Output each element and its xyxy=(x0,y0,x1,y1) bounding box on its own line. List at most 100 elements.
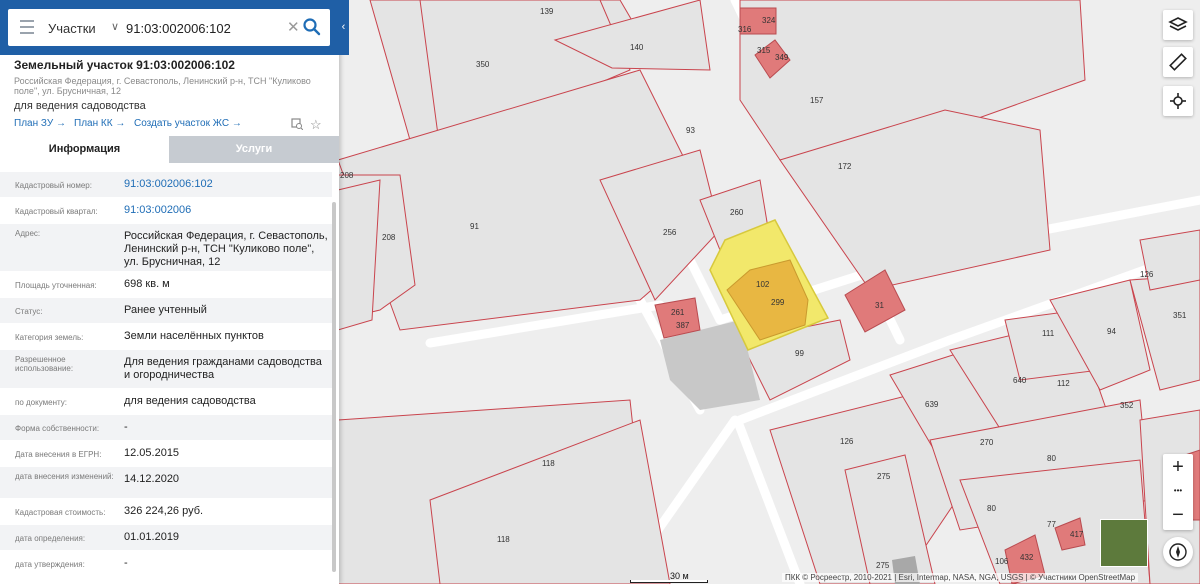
svg-text:140: 140 xyxy=(630,43,644,52)
svg-text:208: 208 xyxy=(382,233,396,242)
field-label: Кадастровый квартал: xyxy=(15,207,98,216)
field-value: - xyxy=(124,557,128,569)
info-row: дата определения: 01.01.2019 xyxy=(0,525,332,551)
compass-button[interactable] xyxy=(1163,537,1193,567)
field-label: Статус: xyxy=(15,307,43,316)
svg-text:299: 299 xyxy=(771,298,785,307)
field-value: Российская Федерация, г. Севастополь, Ле… xyxy=(124,230,328,268)
tab-information[interactable]: Информация xyxy=(0,136,169,163)
search-bar: Участки ∨ ✕ ‹ xyxy=(0,0,349,55)
card-purpose: для ведения садоводства xyxy=(14,100,146,112)
search-icon[interactable] xyxy=(302,17,322,37)
svg-text:260: 260 xyxy=(730,208,744,217)
svg-text:126: 126 xyxy=(840,437,854,446)
field-value: Ранее учтенный xyxy=(124,304,207,316)
svg-text:270: 270 xyxy=(980,438,994,447)
crosshair-icon xyxy=(1170,93,1186,109)
tab-services[interactable]: Услуги xyxy=(169,136,339,163)
field-value: 14.12.2020 xyxy=(124,473,180,485)
zoom-control: + ••• − xyxy=(1163,454,1193,530)
layers-button[interactable] xyxy=(1163,10,1193,40)
more-button[interactable]: ••• xyxy=(1163,480,1193,502)
info-row: Кадастровая стоимость: 326 224,26 руб. xyxy=(0,499,332,525)
svg-text:102: 102 xyxy=(756,280,770,289)
field-value: - xyxy=(124,421,128,433)
basemap-thumbnail[interactable] xyxy=(1100,519,1148,567)
panel-scrollbar[interactable] xyxy=(332,202,336,572)
info-row: Кадастровый номер: 91:03:002006:102 xyxy=(0,172,332,198)
svg-text:111: 111 xyxy=(1042,329,1055,338)
svg-text:275: 275 xyxy=(876,561,890,570)
svg-text:351: 351 xyxy=(1173,311,1187,320)
info-row: Площадь уточненная: 698 кв. м xyxy=(0,272,332,298)
svg-text:352: 352 xyxy=(1120,401,1134,410)
field-label: по документу: xyxy=(15,398,67,407)
svg-text:112: 112 xyxy=(1057,379,1070,388)
star-icon[interactable]: ☆ xyxy=(310,117,322,133)
field-label: дата определения: xyxy=(15,534,86,543)
svg-text:118: 118 xyxy=(542,459,555,468)
info-row: дата внесения изменений: 14.12.2020 xyxy=(0,467,332,499)
close-icon[interactable]: ✕ xyxy=(287,18,300,36)
svg-text:256: 256 xyxy=(663,228,677,237)
plan-kk-link[interactable]: План КК → xyxy=(74,118,125,129)
card-address: Российская Федерация, г. Севастополь, Ле… xyxy=(14,76,311,96)
menu-icon[interactable] xyxy=(20,20,34,34)
measure-button[interactable] xyxy=(1163,47,1193,77)
info-row: Форма собственности: - xyxy=(0,415,332,441)
svg-text:208: 208 xyxy=(340,171,354,180)
svg-text:417: 417 xyxy=(1070,530,1084,539)
category-select[interactable]: Участки xyxy=(48,21,96,36)
svg-text:432: 432 xyxy=(1020,553,1034,562)
info-row: по документу: для ведения садоводства xyxy=(0,389,332,415)
info-row: Кадастровый квартал: 91:03:002006 xyxy=(0,198,332,224)
info-row: Статус: Ранее учтенный xyxy=(0,298,332,324)
svg-text:106: 106 xyxy=(995,557,1009,566)
field-label: Кадастровый номер: xyxy=(15,181,92,190)
tabs: Информация Услуги xyxy=(0,136,339,163)
info-row: Дата внесения в ЕГРН: 12.05.2015 xyxy=(0,441,332,467)
zoom-out-button[interactable]: − xyxy=(1163,502,1193,528)
svg-text:139: 139 xyxy=(540,7,554,16)
svg-text:172: 172 xyxy=(838,162,852,171)
info-fields: Кадастровый номер: 91:03:002006:102 Кадаст… xyxy=(0,172,332,571)
svg-text:80: 80 xyxy=(1047,454,1056,463)
info-row: Разрешенное использование: Для ведения гр… xyxy=(0,350,332,389)
svg-text:639: 639 xyxy=(925,400,939,409)
svg-text:350: 350 xyxy=(476,60,490,69)
field-value: для ведения садоводства xyxy=(124,395,256,407)
field-label: дата внесения изменений: xyxy=(15,472,114,481)
plan-zu-link[interactable]: План ЗУ → xyxy=(14,118,66,129)
field-label: дата утверждения: xyxy=(15,560,85,569)
svg-text:275: 275 xyxy=(877,472,891,481)
zoom-in-button[interactable]: + xyxy=(1163,454,1193,480)
chevron-down-icon[interactable]: ∨ xyxy=(111,20,119,33)
attribution: ПКК © Росреестр, 2010-2021 | Esri, Inter… xyxy=(782,573,1139,582)
svg-text:94: 94 xyxy=(1107,327,1116,336)
search-box: Участки ∨ ✕ xyxy=(8,9,330,46)
field-label: Разрешенное использование: xyxy=(15,355,74,373)
field-value: 698 кв. м xyxy=(124,278,170,290)
field-label: Кадастровая стоимость: xyxy=(15,508,106,517)
search-input[interactable] xyxy=(126,18,286,38)
svg-text:349: 349 xyxy=(775,53,789,62)
field-label: Дата внесения в ЕГРН: xyxy=(15,450,102,459)
search-zoom-icon[interactable] xyxy=(291,118,303,130)
card-title: Земельный участок 91:03:002006:102 xyxy=(14,58,235,72)
field-value: Для ведения гражданами садоводства и ого… xyxy=(124,356,322,381)
info-row: дата утверждения: - xyxy=(0,551,332,571)
locate-button[interactable] xyxy=(1163,86,1193,116)
svg-text:261: 261 xyxy=(671,308,685,317)
svg-text:324: 324 xyxy=(762,16,776,25)
field-value: Земли населённых пунктов xyxy=(124,330,264,342)
svg-text:91: 91 xyxy=(470,222,479,231)
svg-text:80: 80 xyxy=(987,504,996,513)
field-value[interactable]: 91:03:002006 xyxy=(124,204,329,217)
create-zhs-link[interactable]: Создать участок ЖС → xyxy=(134,118,242,129)
info-row: Категория земель: Земли населённых пункто… xyxy=(0,324,332,350)
field-value[interactable]: 91:03:002006:102 xyxy=(124,178,329,191)
svg-text:77: 77 xyxy=(1047,520,1056,529)
collapse-panel-button[interactable]: ‹ xyxy=(338,0,349,55)
field-label: Адрес: xyxy=(15,229,41,238)
svg-text:387: 387 xyxy=(676,321,690,330)
